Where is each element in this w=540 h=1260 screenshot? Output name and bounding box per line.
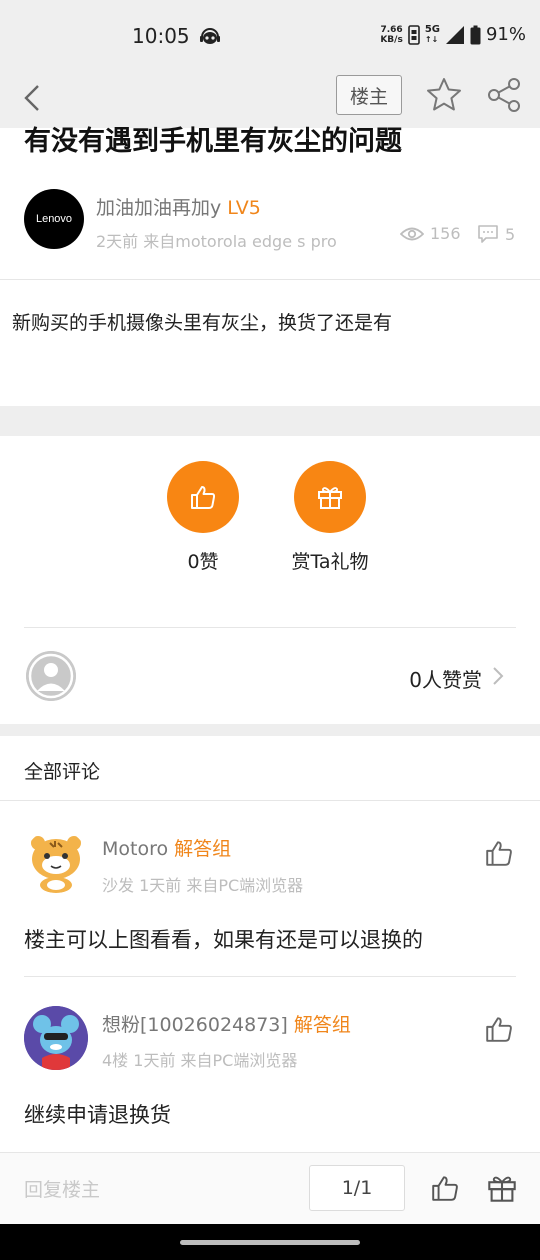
section-separator bbox=[0, 724, 540, 736]
commenter-group-badge: 解答组 bbox=[293, 1014, 351, 1036]
commenter-username: 想粉[10026024873] bbox=[102, 1014, 288, 1036]
sim-icon bbox=[408, 24, 420, 45]
view-count: 156 bbox=[400, 224, 461, 243]
nav-bar: 楼主 bbox=[0, 70, 540, 128]
data-arrows-icon: ↑↓ bbox=[424, 34, 439, 44]
gift-button[interactable] bbox=[294, 461, 366, 533]
back-arrow-icon[interactable] bbox=[18, 80, 48, 116]
avatar-logo-text: Lenovo bbox=[35, 213, 73, 225]
default-avatar-icon bbox=[26, 651, 76, 701]
status-right: 7.66 KB/s 5G ↑↓ 91% bbox=[380, 24, 526, 45]
author-level-badge: LV5 bbox=[227, 197, 261, 219]
post-body: 新购买的手机摄像头里有灰尘，换货了还是有 bbox=[12, 312, 393, 334]
like-button[interactable] bbox=[167, 461, 239, 533]
commenter-username: Motoro bbox=[102, 838, 169, 860]
battery-icon bbox=[470, 25, 481, 44]
reply-input[interactable]: 回复楼主 bbox=[24, 1175, 100, 1202]
commenter-name[interactable]: Motoro 解答组 bbox=[102, 834, 231, 861]
comment-meta: 4楼 1天前 来自PC端浏览器 bbox=[102, 1051, 298, 1070]
eye-icon bbox=[400, 227, 424, 240]
comment-like-icon[interactable] bbox=[484, 1014, 514, 1044]
status-time: 10:05 bbox=[132, 24, 190, 48]
signal-icon bbox=[445, 25, 464, 44]
page-indicator[interactable]: 1/1 bbox=[309, 1165, 405, 1211]
network-speed: 7.66 KB/s bbox=[380, 25, 402, 45]
comment-text: 继续申请退换货 bbox=[24, 1103, 171, 1127]
comment-icon bbox=[478, 225, 498, 243]
speed-value: 7.66 bbox=[380, 24, 403, 35]
tiger-mascot-icon bbox=[31, 836, 81, 893]
comment-count: 5 bbox=[477, 224, 515, 244]
battery-level: 91% bbox=[485, 24, 526, 45]
divider bbox=[24, 976, 516, 977]
divider bbox=[0, 279, 540, 280]
section-separator bbox=[0, 406, 540, 436]
headset-icon bbox=[200, 28, 220, 44]
gift-icon[interactable] bbox=[487, 1173, 517, 1203]
gesture-handle[interactable] bbox=[180, 1240, 360, 1245]
thumbs-up-icon[interactable] bbox=[430, 1173, 460, 1203]
reward-count: 0人赞赏 bbox=[409, 668, 482, 692]
status-bar: 10:05 7.66 KB/s 5G ↑↓ 91% bbox=[0, 0, 540, 70]
comment-count-value: 5 bbox=[505, 224, 516, 244]
network-type: 5G ↑↓ bbox=[424, 23, 440, 45]
system-navigation-bar bbox=[0, 1224, 540, 1260]
comment-meta: 沙发 1天前 来自PC端浏览器 bbox=[102, 876, 304, 895]
share-icon[interactable] bbox=[486, 76, 522, 114]
view-count-value: 156 bbox=[430, 224, 461, 243]
mouse-mascot-icon bbox=[24, 1006, 88, 1070]
commenter-avatar[interactable] bbox=[24, 1006, 88, 1070]
author-username: 加油加油再加y bbox=[96, 197, 222, 219]
author-avatar[interactable]: Lenovo bbox=[24, 189, 84, 249]
divider bbox=[0, 800, 540, 801]
comment-text: 楼主可以上图看看，如果有还是可以退换的 bbox=[24, 928, 423, 952]
speed-unit: KB/s bbox=[380, 34, 403, 45]
owner-only-button[interactable]: 楼主 bbox=[336, 75, 402, 115]
chevron-right-icon bbox=[493, 667, 504, 685]
post-meta: 2天前 来自motorola edge s pro bbox=[96, 232, 337, 251]
star-icon[interactable] bbox=[425, 76, 463, 114]
thumbs-up-icon bbox=[191, 486, 216, 509]
post-title: 有没有遇到手机里有灰尘的问题 bbox=[24, 126, 402, 157]
bottom-reply-bar: 回复楼主 1/1 bbox=[0, 1152, 540, 1224]
gift-label: 赏Ta礼物 bbox=[291, 551, 369, 573]
comment-like-icon[interactable] bbox=[484, 838, 514, 868]
commenter-name[interactable]: 想粉[10026024873] 解答组 bbox=[102, 1010, 351, 1037]
reward-row[interactable]: 0人赞赏 bbox=[0, 628, 540, 724]
like-count-label: 0赞 bbox=[187, 551, 219, 573]
network-label: 5G bbox=[424, 23, 440, 35]
all-comments-title: 全部评论 bbox=[24, 761, 101, 783]
commenter-avatar[interactable] bbox=[24, 829, 88, 893]
author-name[interactable]: 加油加油再加y LV5 bbox=[96, 193, 261, 220]
gift-icon bbox=[318, 487, 342, 509]
commenter-group-badge: 解答组 bbox=[174, 838, 232, 860]
